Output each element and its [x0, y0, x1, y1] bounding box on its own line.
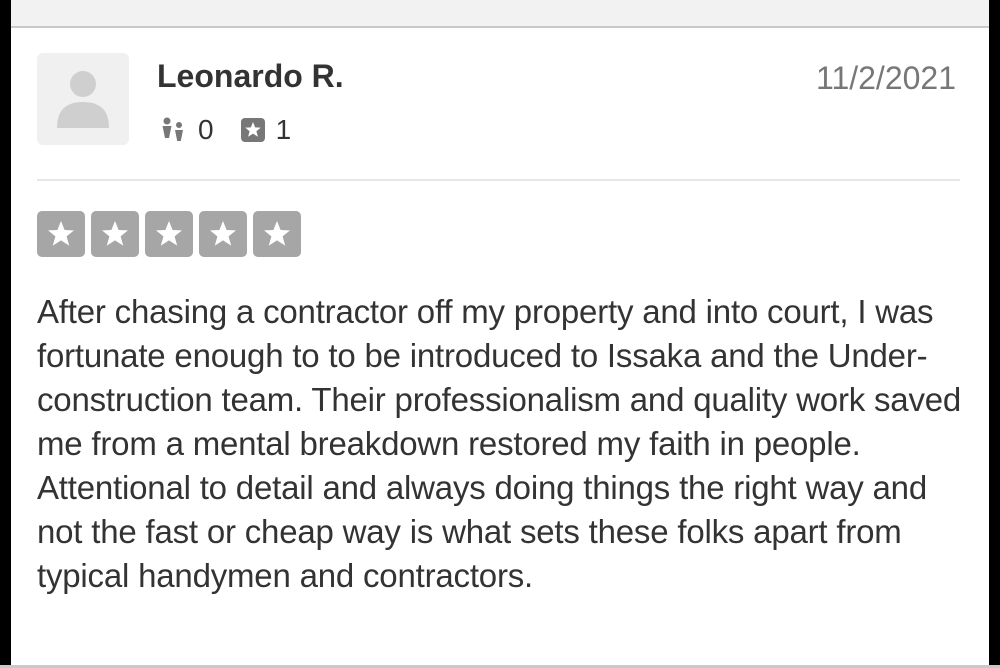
rating-star-icon: [199, 211, 247, 257]
reviews-count: 1: [275, 114, 292, 145]
rating-star-icon: [145, 211, 193, 257]
friends-count: 0: [198, 114, 214, 145]
avatar[interactable]: [37, 53, 129, 145]
rating-star-icon: [253, 211, 301, 257]
author-name[interactable]: Leonardo R.: [157, 58, 344, 94]
previous-review-bottom: [0, 0, 1000, 28]
friends-icon: [162, 117, 183, 141]
reviews-stat[interactable]: 1: [240, 114, 292, 145]
review-date: 11/2/2021: [816, 60, 956, 96]
header-divider: [37, 179, 960, 181]
user-placeholder-icon: [57, 71, 109, 128]
left-edge: [0, 0, 11, 668]
review-text: After chasing a contractor off my proper…: [37, 293, 962, 594]
review-star-icon: [240, 118, 265, 142]
user-stats: 0 1: [158, 113, 317, 147]
rating-star-icon: [91, 211, 139, 257]
rating-star-icon: [37, 211, 85, 257]
star-rating: [37, 211, 307, 257]
right-edge: [989, 0, 1000, 668]
friends-stat[interactable]: 0: [158, 115, 214, 145]
